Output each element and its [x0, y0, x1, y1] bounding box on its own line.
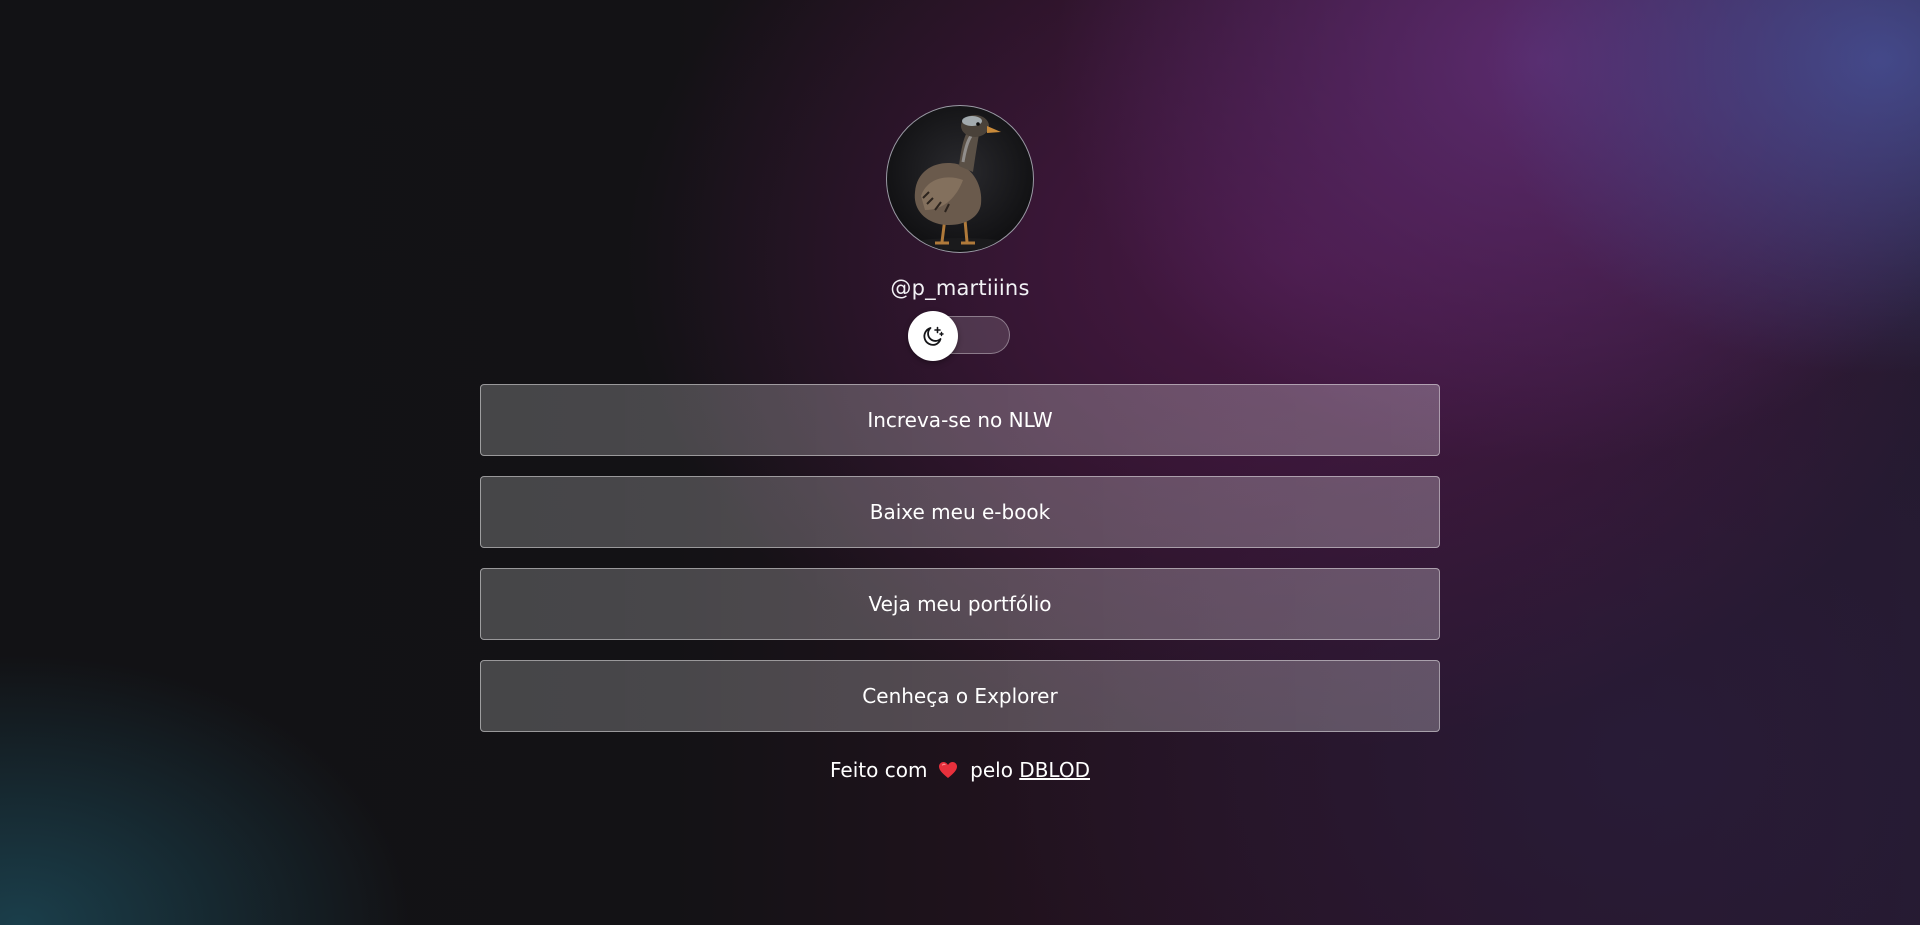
theme-toggle-switch[interactable] [908, 311, 1010, 361]
link-button-ebook[interactable]: Baixe meu e-book [480, 476, 1440, 548]
duck-image [910, 115, 1010, 250]
footer: Feito com pelo DBLOD [480, 758, 1440, 782]
profile-avatar [886, 105, 1034, 253]
profile-section: @p_martiiins [480, 0, 1440, 361]
footer-middle: pelo [970, 758, 1013, 782]
heart-icon [938, 762, 957, 778]
list-item: Increva-se no NLW [480, 384, 1440, 456]
footer-prefix: Feito com [830, 758, 928, 782]
username: @p_martiiins [890, 276, 1030, 300]
links-list: Increva-se no NLW Baixe meu e-book Veja … [480, 384, 1440, 732]
switch-knob[interactable] [908, 311, 958, 361]
moon-stars-icon [923, 326, 944, 346]
link-button-nlw[interactable]: Increva-se no NLW [480, 384, 1440, 456]
main-container: @p_martiiins Increva-se no NLW Baixe meu… [480, 0, 1440, 782]
author-link[interactable]: DBLOD [1019, 758, 1090, 782]
list-item: Baixe meu e-book [480, 476, 1440, 548]
link-button-portfolio[interactable]: Veja meu portfólio [480, 568, 1440, 640]
list-item: Veja meu portfólio [480, 568, 1440, 640]
list-item: Cenheça o Explorer [480, 660, 1440, 732]
link-button-explorer[interactable]: Cenheça o Explorer [480, 660, 1440, 732]
